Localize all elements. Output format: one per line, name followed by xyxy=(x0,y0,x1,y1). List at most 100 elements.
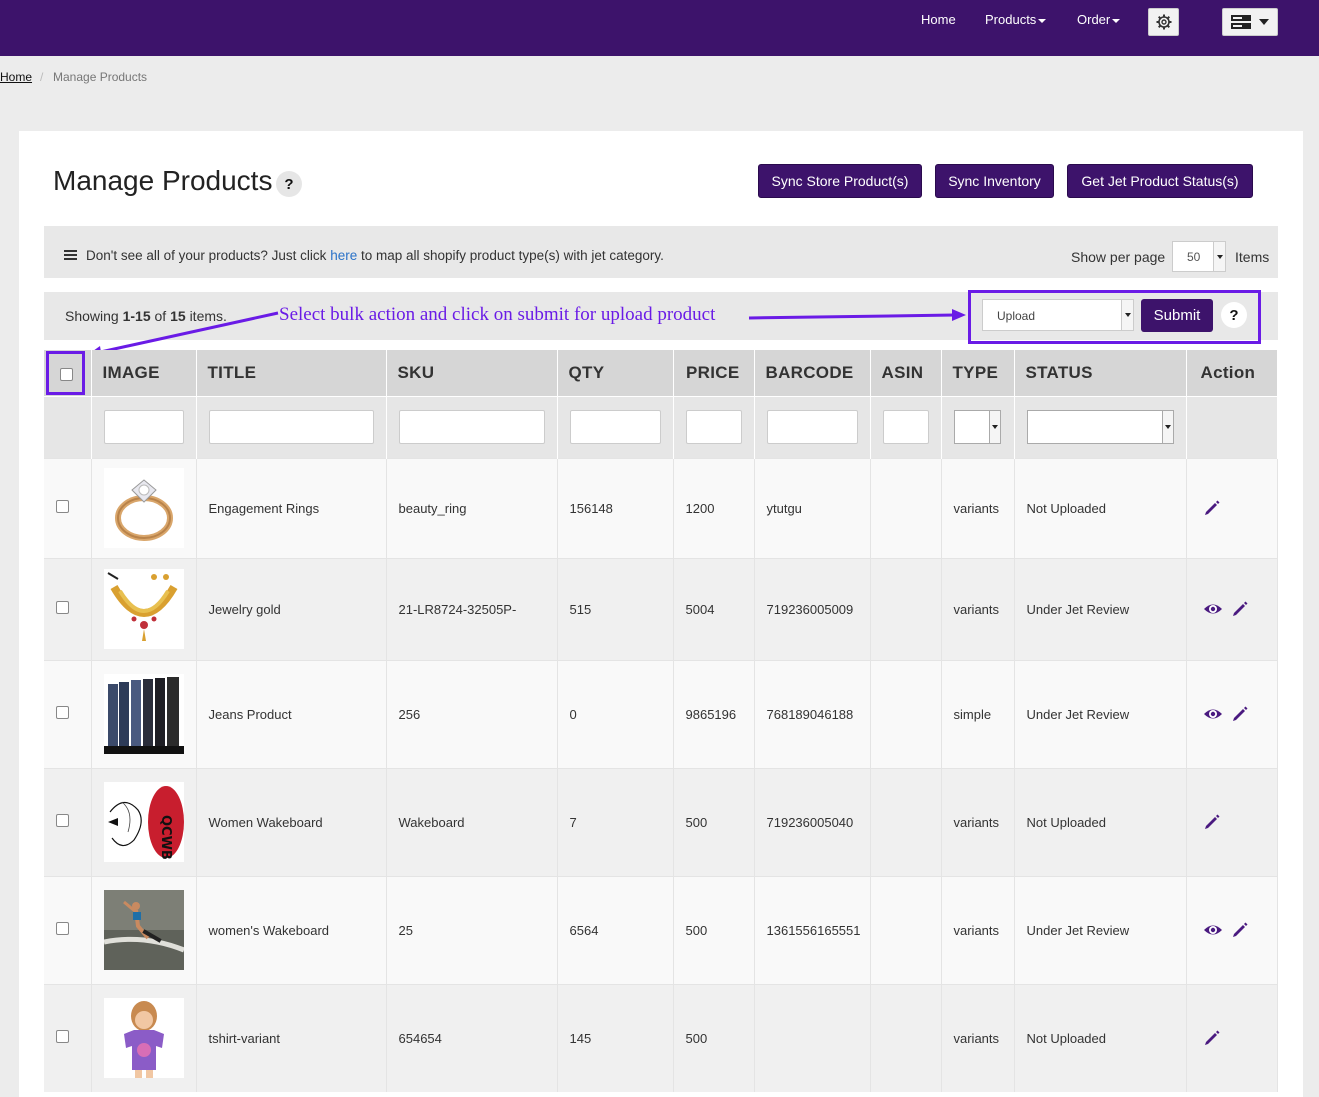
title-cell: women's Wakeboard xyxy=(196,875,387,984)
table-row: women's Wakeboard 25 6564 500 1361556165551 v… xyxy=(44,875,1278,984)
table-header-row: IMAGE TITLE SKU QTY PRICE BARCODE ASIN T… xyxy=(44,350,1278,396)
column-header[interactable]: BARCODE xyxy=(754,350,871,396)
title-cell: Women Wakeboard xyxy=(196,767,387,876)
image-filter-input[interactable] xyxy=(103,410,184,444)
asin-cell xyxy=(870,767,942,876)
qty-cell: 6564 xyxy=(557,875,674,984)
view-eye-icon[interactable] xyxy=(1203,921,1223,939)
chevron-down-icon xyxy=(1121,300,1133,330)
chevron-down-icon xyxy=(1161,411,1173,443)
status-cell: Under Jet Review xyxy=(1014,557,1187,660)
column-header[interactable]: SKU xyxy=(386,350,558,396)
image-cell xyxy=(91,457,197,558)
barcode-filter-input[interactable] xyxy=(766,410,858,444)
sku-cell: 25 xyxy=(386,875,558,984)
status-cell: Not Uploaded xyxy=(1014,457,1187,558)
column-header[interactable]: STATUS xyxy=(1014,350,1187,396)
row-checkbox[interactable] xyxy=(56,500,69,513)
image-cell: QCWB xyxy=(91,767,197,876)
image-cell xyxy=(91,557,197,660)
sku-cell: 256 xyxy=(386,659,558,768)
price-cell: 500 xyxy=(673,983,755,1092)
view-eye-icon[interactable] xyxy=(1203,600,1223,618)
bulk-action-value: Upload xyxy=(997,309,1036,323)
column-header[interactable]: PRICE xyxy=(673,350,755,396)
wakeboarder-image xyxy=(103,890,184,970)
chevron-down-icon xyxy=(988,411,1000,443)
type-cell: variants xyxy=(941,457,1015,558)
table-row: Jewelry gold 21-LR8724-32505P- 515 5004 7192… xyxy=(44,557,1278,660)
row-checkbox[interactable] xyxy=(56,814,69,827)
row-checkbox[interactable] xyxy=(56,1030,69,1044)
bulk-help-button[interactable]: ? xyxy=(1221,302,1247,328)
action-cell xyxy=(1186,983,1278,1092)
table-row: Engagement Rings beauty_ring 156148 1200 ytu… xyxy=(44,457,1278,558)
edit-pencil-icon[interactable] xyxy=(1231,705,1249,723)
table-row: Jeans Product 256 0 9865196 768189046188 simp… xyxy=(44,659,1278,768)
action-cell xyxy=(1186,659,1278,768)
submit-button[interactable]: Submit xyxy=(1141,299,1213,332)
type-cell: variants xyxy=(941,557,1015,660)
select-all-checkbox[interactable] xyxy=(60,368,73,381)
row-checkbox[interactable] xyxy=(56,706,69,719)
qty-cell: 156148 xyxy=(557,457,674,558)
asin-filter-input[interactable] xyxy=(882,410,929,444)
column-header[interactable]: TYPE xyxy=(941,350,1015,396)
edit-pencil-icon[interactable] xyxy=(1203,1029,1221,1047)
edit-pencil-icon[interactable] xyxy=(1231,921,1249,939)
filter-cell xyxy=(44,395,92,458)
status-cell: Not Uploaded xyxy=(1014,767,1187,876)
filter-cell xyxy=(386,395,558,458)
bulk-action-select[interactable]: Upload xyxy=(982,299,1134,331)
row-select-cell xyxy=(44,557,92,660)
price-filter-input[interactable] xyxy=(685,410,742,444)
barcode-cell: 719236005009 xyxy=(754,557,871,660)
table-row: tshirt-variant 654654 145 500 variants Not Up… xyxy=(44,983,1278,1092)
row-checkbox[interactable] xyxy=(56,922,69,935)
column-header[interactable]: IMAGE xyxy=(91,350,197,396)
title-filter-input[interactable] xyxy=(208,410,374,444)
asin-cell xyxy=(870,457,942,558)
barcode-cell xyxy=(754,983,871,1092)
table-row: QCWB Women Wakeboard Wakeboard 7 500 71923600… xyxy=(44,767,1278,876)
asin-cell xyxy=(870,983,942,1092)
type-filter-select[interactable] xyxy=(953,410,1001,444)
edit-pencil-icon[interactable] xyxy=(1231,600,1249,618)
row-actions xyxy=(1203,921,1277,939)
edit-pencil-icon[interactable] xyxy=(1203,499,1221,517)
column-header[interactable]: ASIN xyxy=(870,350,942,396)
girl-tshirt-image xyxy=(103,998,184,1079)
price-cell: 500 xyxy=(673,875,755,984)
qty-cell: 145 xyxy=(557,983,674,1092)
title-cell: tshirt-variant xyxy=(196,983,387,1092)
type-cell: variants xyxy=(941,983,1015,1092)
edit-pencil-icon[interactable] xyxy=(1203,813,1221,831)
asin-cell xyxy=(870,875,942,984)
column-header[interactable]: TITLE xyxy=(196,350,387,396)
annotation-text: Select bulk action and click on submit f… xyxy=(279,304,716,325)
status-filter-select[interactable] xyxy=(1026,410,1174,444)
action-cell xyxy=(1186,457,1278,558)
title-cell: Jewelry gold xyxy=(196,557,387,660)
type-cell: simple xyxy=(941,659,1015,768)
filter-cell xyxy=(91,395,197,458)
view-eye-icon[interactable] xyxy=(1203,705,1223,723)
column-header[interactable]: QTY xyxy=(557,350,674,396)
filter-cell xyxy=(941,395,1015,458)
filter-cell xyxy=(1186,395,1278,458)
qty-filter-input[interactable] xyxy=(569,410,661,444)
row-checkbox[interactable] xyxy=(56,601,69,614)
sku-filter-input[interactable] xyxy=(398,410,545,444)
status-cell: Under Jet Review xyxy=(1014,659,1187,768)
filter-cell xyxy=(196,395,387,458)
filter-cell xyxy=(754,395,871,458)
row-select-cell xyxy=(44,983,92,1092)
row-select-cell xyxy=(44,659,92,768)
row-actions xyxy=(1203,705,1277,723)
action-cell xyxy=(1186,557,1278,660)
row-actions xyxy=(1203,813,1277,831)
qty-cell: 7 xyxy=(557,767,674,876)
title-cell: Jeans Product xyxy=(196,659,387,768)
barcode-cell: ytutgu xyxy=(754,457,871,558)
asin-cell xyxy=(870,659,942,768)
